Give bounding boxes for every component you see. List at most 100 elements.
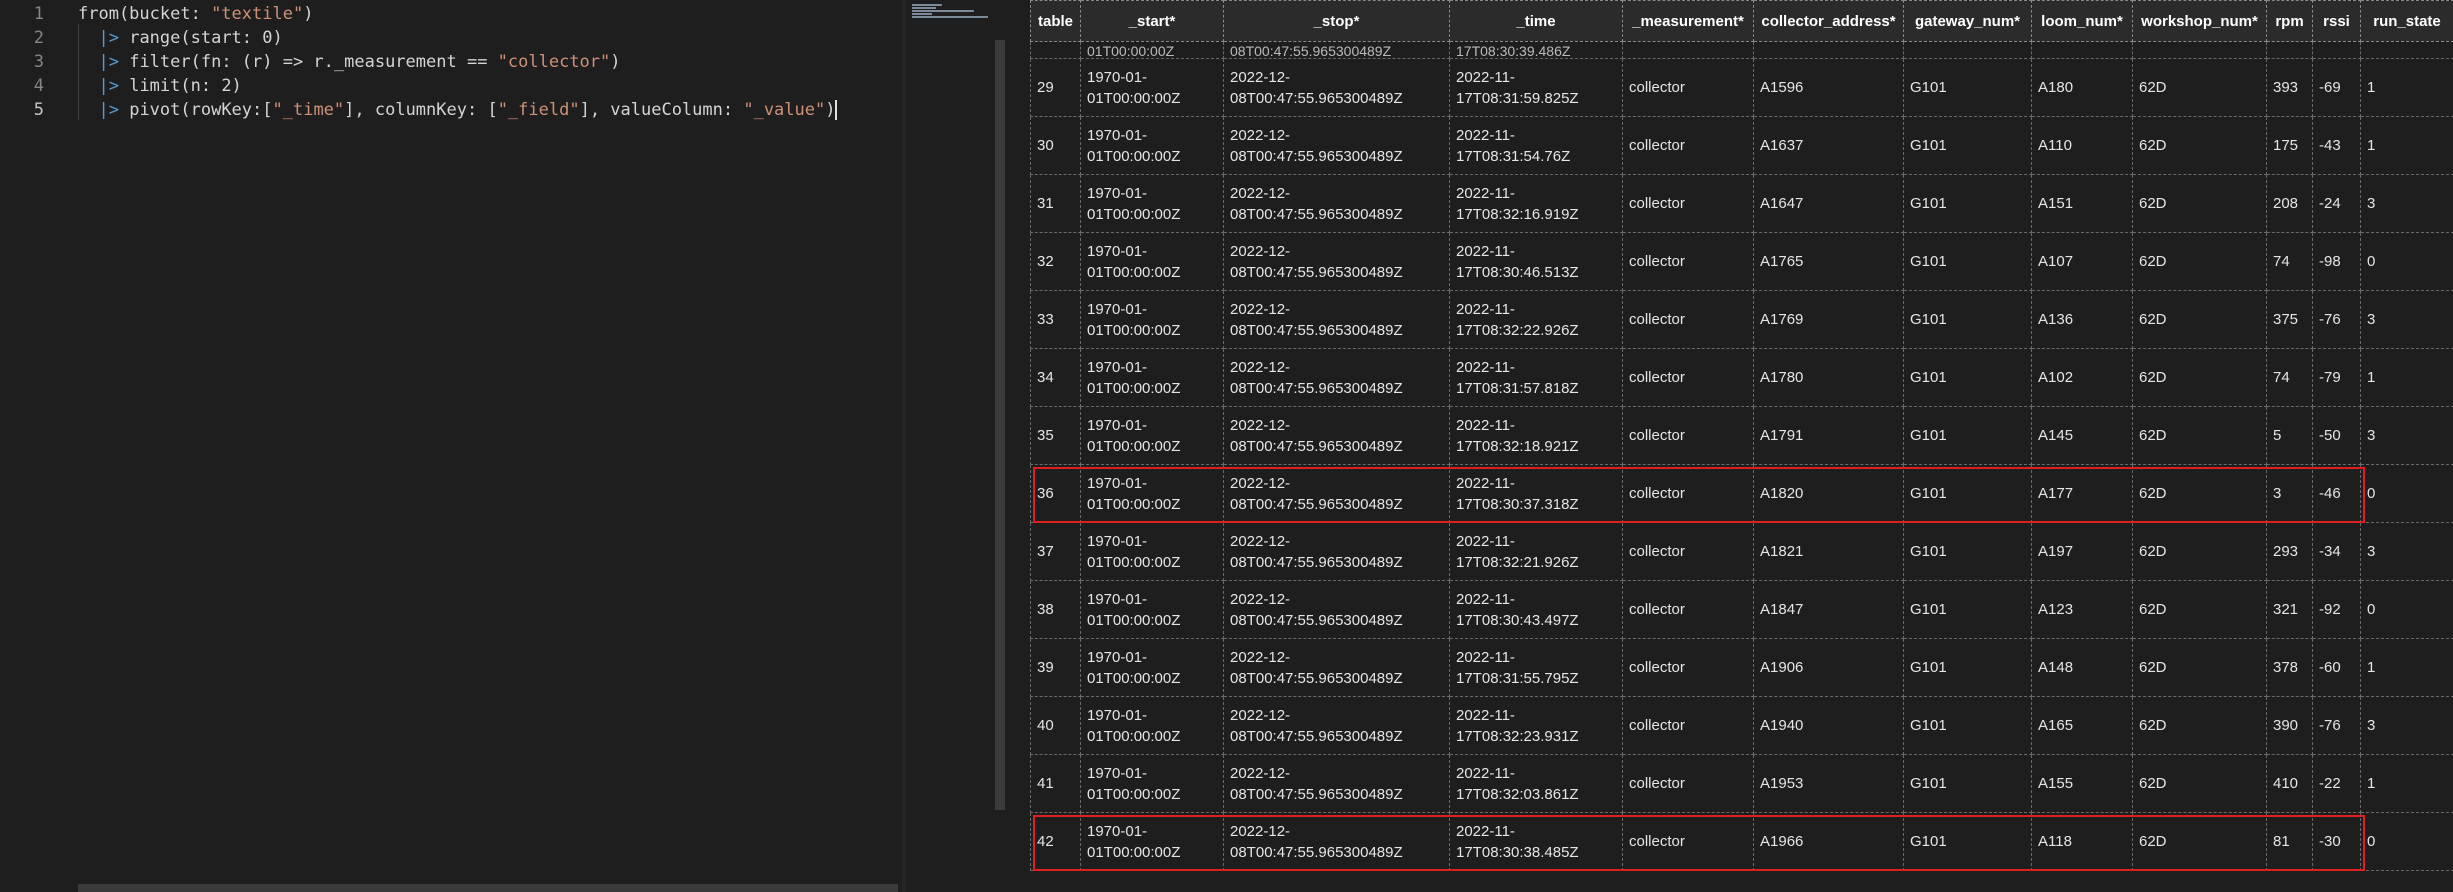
column-header[interactable]: run_state — [2360, 0, 2453, 42]
table-cell: 2022-12- 08T00:47:55.965300489Z — [1223, 754, 1450, 813]
column-header[interactable]: rssi — [2312, 0, 2361, 42]
column-header[interactable]: loom_num* — [2031, 0, 2133, 42]
table-row[interactable]: 38 1970-01- 01T00:00:00Z 2022-12- 08T00:47… — [1030, 580, 2453, 639]
column-header[interactable]: collector_address* — [1753, 0, 1904, 42]
line-number: 2 — [33, 28, 44, 48]
table-cell: A1596 — [1753, 58, 1904, 117]
pipe-operator-token: |> — [98, 52, 119, 72]
table-row[interactable]: 41 1970-01- 01T00:00:00Z 2022-12- 08T00:47… — [1030, 754, 2453, 813]
code-line[interactable]: |> range(start: 0) — [78, 26, 283, 50]
table-cell: -76 — [2312, 696, 2361, 755]
column-header[interactable]: gateway_num* — [1903, 0, 2032, 42]
table-cell: 33 — [1030, 290, 1081, 349]
minimap[interactable] — [906, 0, 990, 892]
table-row[interactable]: 31 1970-01- 01T00:00:00Z 2022-12- 08T00:47… — [1030, 174, 2453, 233]
table-cell: -76 — [2312, 290, 2361, 349]
table-row[interactable]: 32 1970-01- 01T00:00:00Z 2022-12- 08T00:47… — [1030, 232, 2453, 291]
table-cell: 1 — [2360, 754, 2453, 813]
table-row[interactable]: 34 1970-01- 01T00:00:00Z 2022-12- 08T00:47… — [1030, 348, 2453, 407]
table-cell: 2022-11- 17T08:32:16.919Z — [1449, 174, 1623, 233]
table-cell: -34 — [2312, 522, 2361, 581]
line-number: 5 — [33, 100, 44, 120]
table-cell: -92 — [2312, 580, 2361, 639]
table-cell: 1970-01- 01T00:00:00Z — [1080, 812, 1224, 871]
table-cell: G101 — [1903, 406, 2032, 465]
table-cell: 2022-11- 17T08:32:03.861Z — [1449, 754, 1623, 813]
code-line[interactable]: |> filter(fn: (r) => r._measurement == "… — [78, 50, 620, 74]
column-header[interactable]: table — [1030, 0, 1081, 42]
table-cell: 321 — [2266, 580, 2313, 639]
table-cell: collector — [1622, 696, 1754, 755]
scrollbar-thumb[interactable] — [995, 40, 1005, 810]
line-number: 4 — [33, 76, 44, 96]
table-cell: 2022-11- 17T08:31:59.825Z — [1449, 58, 1623, 117]
table-row[interactable]: 40 1970-01- 01T00:00:00Z 2022-12- 08T00:47… — [1030, 696, 2453, 755]
table-row[interactable]: 29 1970-01- 01T00:00:00Z 2022-12- 08T00:47… — [1030, 58, 2453, 117]
table-row[interactable]: 33 1970-01- 01T00:00:00Z 2022-12- 08T00:47… — [1030, 290, 2453, 349]
table-cell: 208 — [2266, 174, 2313, 233]
table-cell: A102 — [2031, 348, 2133, 407]
table-cell: 1970-01- 01T00:00:00Z — [1080, 290, 1224, 349]
table-cell: 37 — [1030, 522, 1081, 581]
table-cell: -69 — [2312, 58, 2361, 117]
table-cell: 38 — [1030, 580, 1081, 639]
table-cell: 2022-11- 17T08:32:21.926Z — [1449, 522, 1623, 581]
table-cell: 410 — [2266, 754, 2313, 813]
table-cell: G101 — [1903, 696, 2032, 755]
table-cell: 2022-12- 08T00:47:55.965300489Z — [1223, 522, 1450, 581]
table-cell: A177 — [2031, 464, 2133, 523]
table-cell: 41 — [1030, 754, 1081, 813]
table-cell: A1966 — [1753, 812, 1904, 871]
column-header[interactable]: rpm — [2266, 0, 2313, 42]
column-header[interactable]: _stop* — [1223, 0, 1450, 42]
table-cell — [1622, 41, 1754, 59]
table-row[interactable]: 35 1970-01- 01T00:00:00Z 2022-12- 08T00:47… — [1030, 406, 2453, 465]
column-header[interactable]: _start* — [1080, 0, 1224, 42]
table-cell: 1 — [2360, 116, 2453, 175]
string-token: "textile" — [211, 4, 304, 24]
table-cell: A1953 — [1753, 754, 1904, 813]
code-line[interactable]: |> limit(n: 2) — [78, 74, 241, 98]
table-cell: G101 — [1903, 754, 2032, 813]
table-cell: 1970-01- 01T00:00:00Z — [1080, 232, 1224, 291]
table-cell: 40 — [1030, 696, 1081, 755]
column-header[interactable]: _measurement* — [1622, 0, 1754, 42]
code-line[interactable]: from(bucket: "textile") — [78, 2, 313, 26]
table-cell — [1903, 41, 2032, 59]
table-cell: 29 — [1030, 58, 1081, 117]
text-cursor — [835, 100, 838, 120]
column-header[interactable]: _time — [1449, 0, 1623, 42]
table-cell: 175 — [2266, 116, 2313, 175]
code-editor[interactable]: 1 2 3 4 5 from(bucket: "textile") |> range(s… — [0, 0, 902, 892]
table-cell: 36 — [1030, 464, 1081, 523]
table-cell: 62D — [2132, 406, 2267, 465]
table-cell: 2022-11- 17T08:30:43.497Z — [1449, 580, 1623, 639]
table-cell: 1970-01- 01T00:00:00Z — [1080, 580, 1224, 639]
code-token: range(start: 0) — [118, 28, 283, 48]
code-line[interactable]: |> pivot(rowKey:["_time"], columnKey: ["… — [78, 98, 838, 122]
code-area[interactable]: from(bucket: "textile") |> range(start: … — [78, 0, 902, 892]
table-cell: A197 — [2031, 522, 2133, 581]
editor-horizontal-scrollbar[interactable] — [78, 884, 898, 892]
table-cell: 35 — [1030, 406, 1081, 465]
editor-vertical-scrollbar[interactable] — [992, 0, 1006, 892]
table-cell — [1030, 41, 1081, 59]
table-cell: G101 — [1903, 348, 2032, 407]
table-cell: A148 — [2031, 638, 2133, 697]
table-cell: 62D — [2132, 232, 2267, 291]
table-row[interactable]: 30 1970-01- 01T00:00:00Z 2022-12- 08T00:47… — [1030, 116, 2453, 175]
table-cell: 293 — [2266, 522, 2313, 581]
table-row[interactable]: 39 1970-01- 01T00:00:00Z 2022-12- 08T00:47… — [1030, 638, 2453, 697]
column-header[interactable]: workshop_num* — [2132, 0, 2267, 42]
table-cell: G101 — [1903, 290, 2032, 349]
table-cell: 1970-01- 01T00:00:00Z — [1080, 638, 1224, 697]
table-row[interactable]: 36 1970-01- 01T00:00:00Z 2022-12- 08T00:47… — [1030, 464, 2453, 523]
table-row[interactable]: 42 1970-01- 01T00:00:00Z 2022-12- 08T00:47… — [1030, 812, 2453, 871]
table-cell: 17T08:30:39.486Z — [1449, 41, 1623, 59]
table-cell: 0 — [2360, 580, 2453, 639]
table-cell: A107 — [2031, 232, 2133, 291]
table-cell: G101 — [1903, 464, 2032, 523]
table-cell: 2022-12- 08T00:47:55.965300489Z — [1223, 638, 1450, 697]
table-row[interactable]: 37 1970-01- 01T00:00:00Z 2022-12- 08T00:47… — [1030, 522, 2453, 581]
